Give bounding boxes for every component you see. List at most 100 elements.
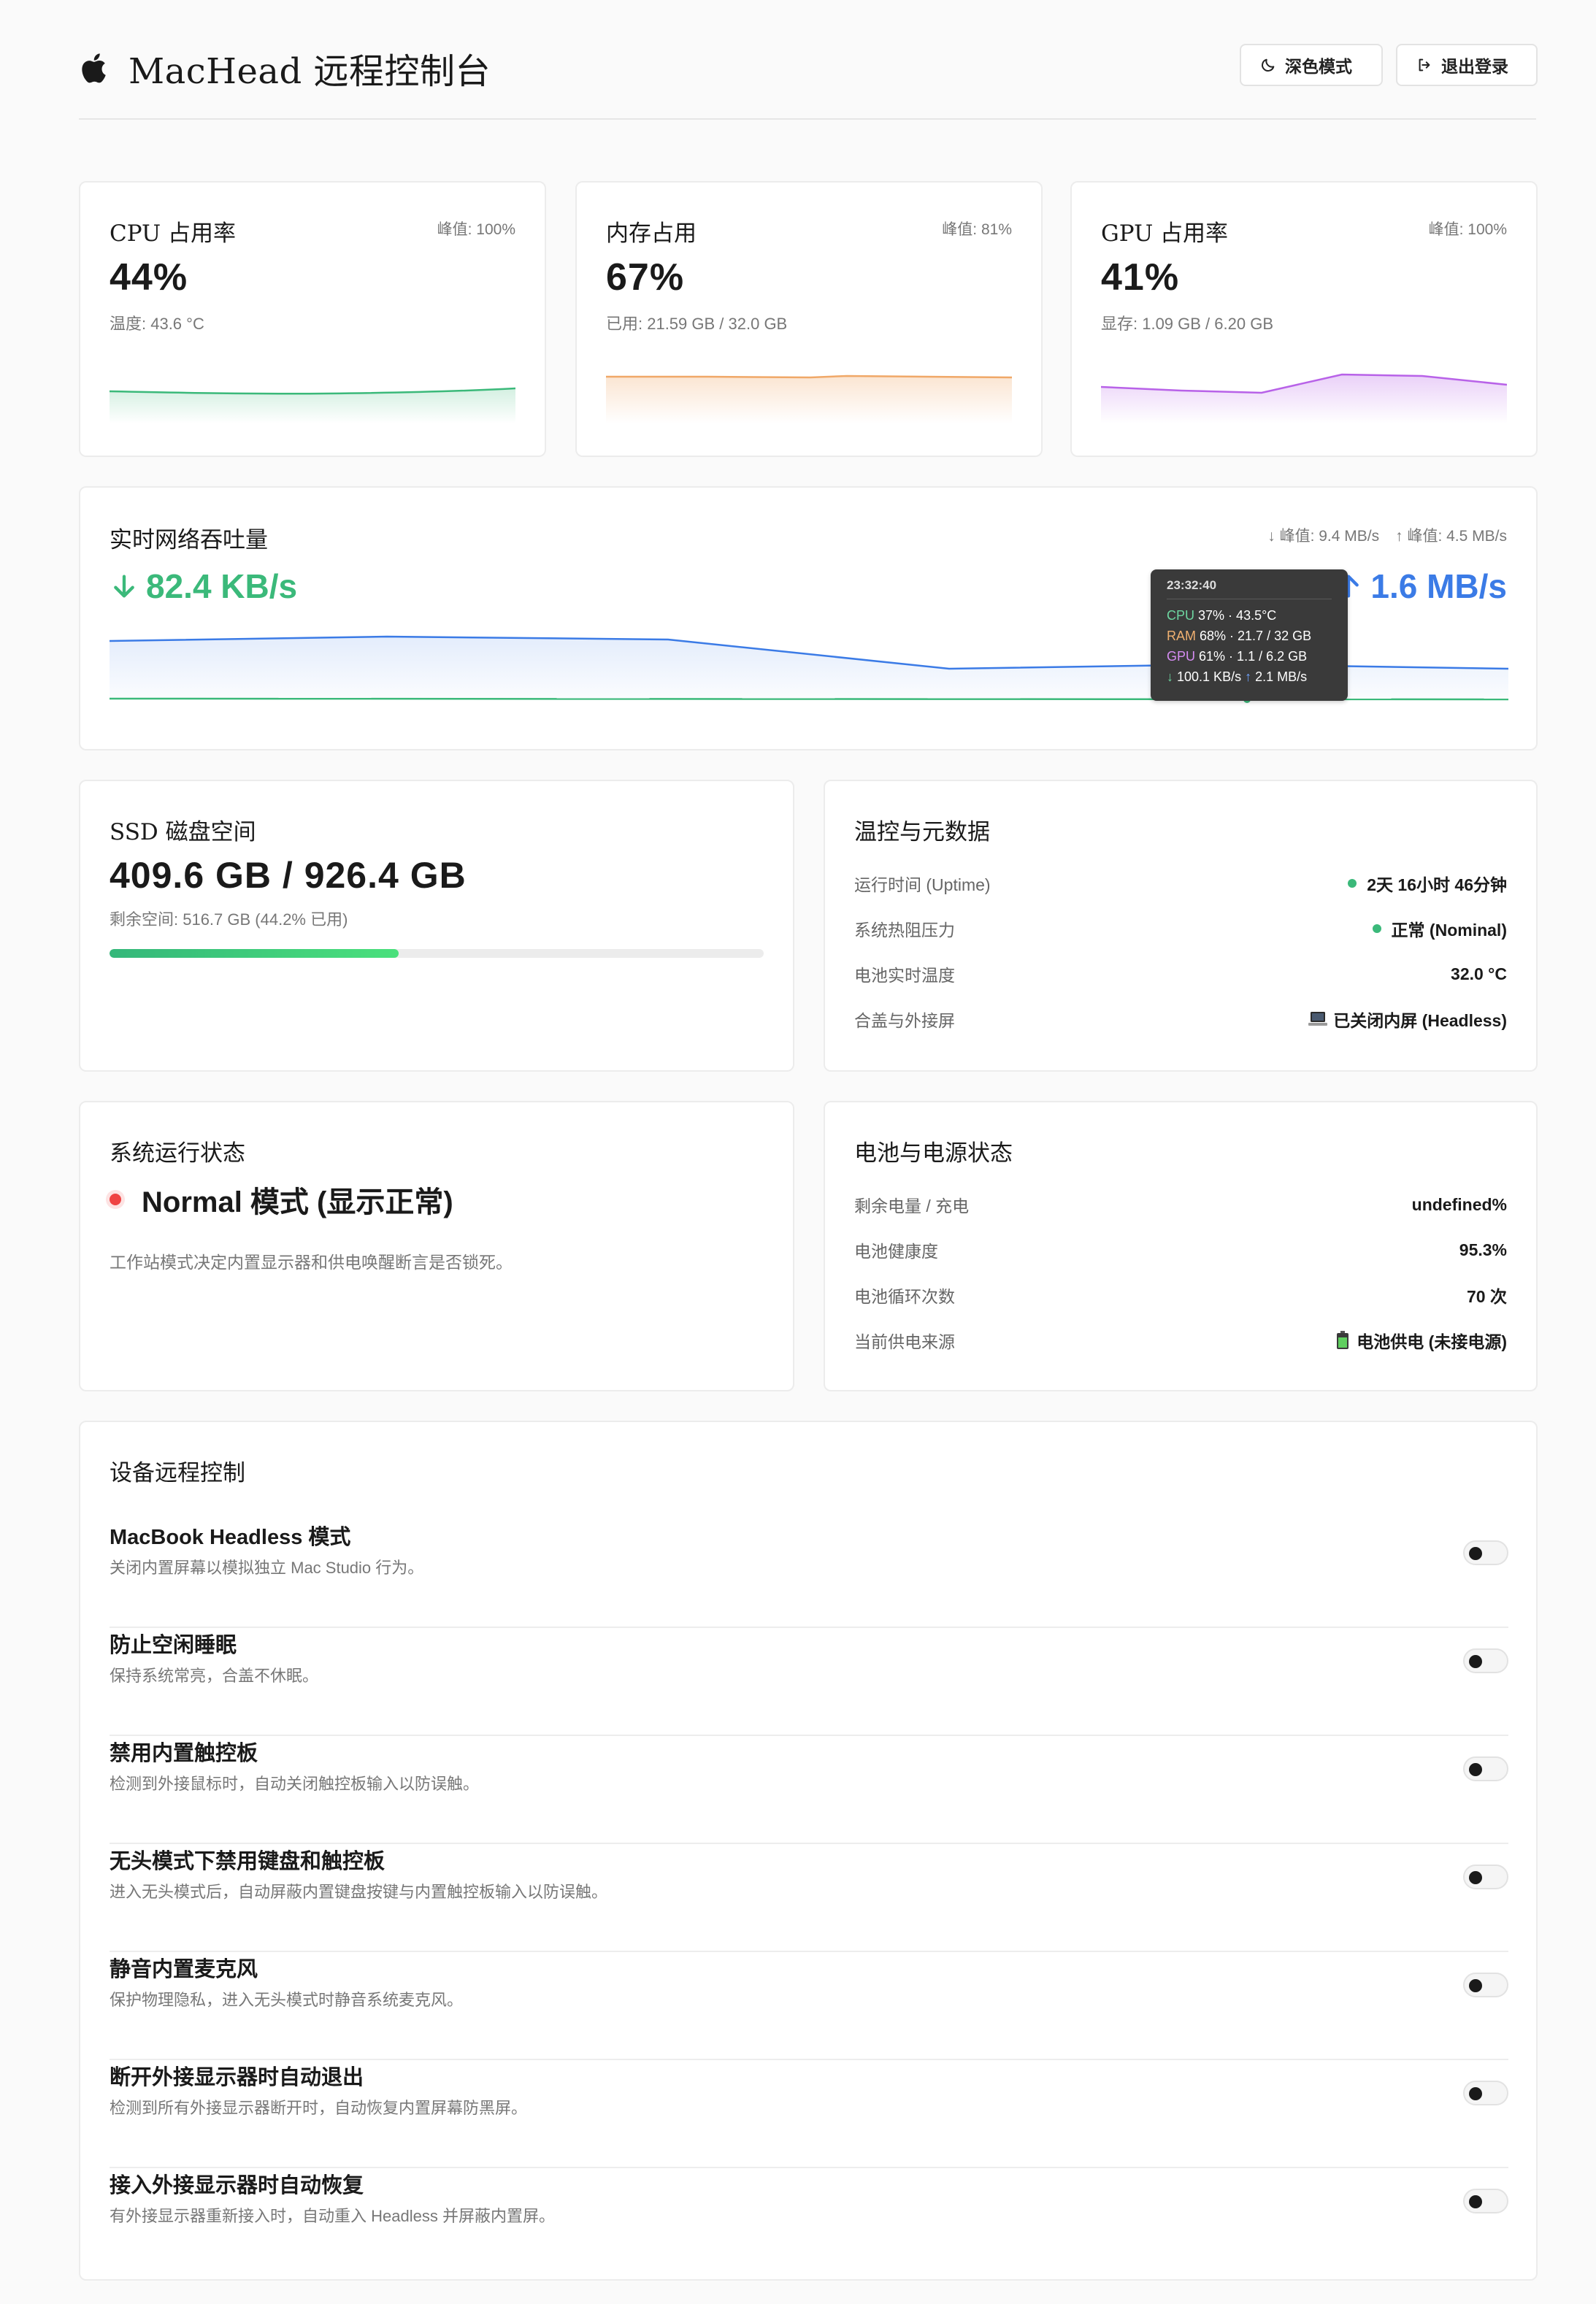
control-title: 禁用内置触控板 — [110, 1742, 258, 1765]
lid-display-row: 合盖与外接屏 已关闭内屏 (Headless) — [854, 1005, 1507, 1034]
control-title: 断开外接显示器时自动退出 — [110, 2066, 364, 2089]
control-row-auto-restore: 接入外接显示器时自动恢复 有外接显示器重新接入时，自动重入 Headless 并… — [110, 2168, 1508, 2276]
battery-temp-row: 电池实时温度 32.0 °C — [854, 959, 1507, 988]
control-description: 保持系统常亮，合盖不休眠。 — [110, 1667, 319, 1685]
battery-health-row: 电池健康度 95.3% — [854, 1235, 1507, 1264]
arrow-down-icon — [114, 575, 134, 598]
cpu-peak: 峰值: 100% — [437, 221, 515, 238]
control-description: 有外接显示器重新接入时，自动重入 Headless 并屏蔽内置屏。 — [110, 2207, 555, 2225]
logout-label: 退出登录 — [1441, 57, 1508, 76]
battery-cycles-value: 70 次 — [1467, 1287, 1507, 1306]
page-title: MacHead 远程控制台 — [128, 51, 491, 92]
tooltip-cpu-row: CPU 37% · 43.5°C — [1167, 605, 1332, 626]
system-status-description: 工作站模式决定内置显示器和供电唤醒断言是否锁死。 — [110, 1253, 513, 1272]
headless-mode-toggle[interactable] — [1463, 1540, 1508, 1565]
dark-mode-button[interactable]: 深色模式 — [1240, 44, 1383, 86]
control-title: 无头模式下禁用键盘和触控板 — [110, 1850, 385, 1873]
disable-trackpad-toggle[interactable] — [1463, 1756, 1508, 1781]
tooltip-ram-key: RAM — [1167, 629, 1196, 643]
download-speed: 82.4 KB/s — [110, 567, 297, 606]
ssd-title: SSD 磁盘空间 — [110, 819, 256, 845]
control-title: MacBook Headless 模式 — [110, 1526, 351, 1549]
toggle-knob — [1469, 1547, 1482, 1560]
thermal-title: 温控与元数据 — [854, 819, 990, 845]
download-speed-value: 82.4 KB/s — [146, 567, 298, 605]
control-row-auto-exit: 断开外接显示器时自动退出 检测到所有外接显示器断开时，自动恢复内置屏幕防黑屏。 — [110, 2060, 1508, 2168]
power-source-value-wrap: 电池供电 (未接电源) — [1336, 1328, 1507, 1353]
tooltip-ram-value: 68% · 21.7 / 32 GB — [1200, 629, 1312, 643]
tooltip-gpu-row: GPU 61% · 1.1 / 6.2 GB — [1167, 646, 1332, 667]
prevent-sleep-toggle[interactable] — [1463, 1648, 1508, 1673]
gpu-sparkline — [1101, 373, 1507, 423]
battery-cycles-row: 电池循环次数 70 次 — [854, 1280, 1507, 1310]
tooltip-ram-row: RAM 68% · 21.7 / 32 GB — [1167, 626, 1332, 646]
header: MacHead 远程控制台 深色模式 退出登录 — [79, 42, 1538, 120]
control-description: 检测到外接鼠标时，自动关闭触控板输入以防误触。 — [110, 1775, 480, 1793]
network-peaks: ↓ 峰值: 9.4 MB/s ↑ 峰值: 4.5 MB/s — [1267, 524, 1507, 546]
cpu-temperature: 温度: 43.6 °C — [110, 315, 204, 333]
control-row-mute-mic: 静音内置麦克风 保护物理隐私，进入无头模式时静音系统麦克风。 — [110, 1952, 1508, 2060]
disable-keyboard-toggle[interactable] — [1463, 1865, 1508, 1889]
ssd-progress-bar — [110, 949, 764, 958]
battery-health-value: 95.3% — [1459, 1240, 1507, 1259]
uptime-label: 运行时间 (Uptime) — [854, 875, 991, 894]
mute-mic-toggle[interactable] — [1463, 1973, 1508, 1997]
status-dot-icon — [1372, 924, 1381, 933]
gpu-value: 41% — [1101, 256, 1180, 299]
brand: MacHead 远程控制台 — [79, 42, 491, 93]
laptop-icon — [1308, 1012, 1328, 1026]
control-description: 保护物理隐私，进入无头模式时静音系统麦克风。 — [110, 1991, 464, 2009]
control-row-prevent-sleep: 防止空闲睡眠 保持系统常亮，合盖不休眠。 — [110, 1628, 1508, 1736]
battery-title: 电池与电源状态 — [854, 1140, 1013, 1167]
dark-mode-label: 深色模式 — [1285, 57, 1352, 76]
network-title: 实时网络吞吐量 — [110, 527, 268, 553]
apple-logo-icon — [79, 52, 107, 84]
toggle-knob — [1469, 2087, 1482, 2100]
control-row-disable-keyboard: 无头模式下禁用键盘和触控板 进入无头模式后，自动屏蔽内置键盘按键与内置触控板输入… — [110, 1844, 1508, 1952]
battery-health-label: 电池健康度 — [854, 1242, 938, 1261]
logout-button[interactable]: 退出登录 — [1396, 44, 1538, 86]
thermal-pressure-row: 系统热阻压力 正常 (Nominal) — [854, 914, 1507, 943]
cpu-sparkline — [110, 387, 515, 423]
tooltip-time: 23:32:40 — [1167, 578, 1332, 599]
memory-title: 内存占用 — [606, 220, 697, 247]
power-source-value: 电池供电 (未接电源) — [1357, 1332, 1507, 1351]
memory-used: 已用: 21.59 GB / 32.0 GB — [606, 315, 788, 333]
control-description: 进入无头模式后，自动屏蔽内置键盘按键与内置触控板输入以防误触。 — [110, 1883, 608, 1901]
system-mode-label: Normal 模式 (显示正常) — [142, 1186, 453, 1218]
thermal-card: 温控与元数据 运行时间 (Uptime) 2天 16小时 46分钟 系统热阻压力… — [824, 780, 1538, 1072]
upload-speed: 1.6 MB/s — [1334, 567, 1507, 606]
battery-icon — [1337, 1331, 1349, 1349]
dashboard-page: MacHead 远程控制台 深色模式 退出登录 CPU 占用率 峰值: 100%… — [0, 0, 1596, 2304]
thermal-pressure-value-wrap: 正常 (Nominal) — [1372, 916, 1507, 941]
upload-peak: ↑ 峰值: 4.5 MB/s — [1395, 528, 1507, 545]
battery-temp-label: 电池实时温度 — [854, 966, 955, 985]
tooltip-net-row: ↓ 100.1 KB/s ↑ 2.1 MB/s — [1167, 667, 1332, 687]
auto-exit-toggle[interactable] — [1463, 2081, 1508, 2105]
status-dot-icon — [110, 1194, 121, 1205]
cpu-title: CPU 占用率 — [110, 220, 237, 247]
remote-control-title: 设备远程控制 — [110, 1460, 245, 1486]
uptime-value-wrap: 2天 16小时 46分钟 — [1348, 871, 1507, 896]
auto-restore-toggle[interactable] — [1463, 2189, 1508, 2213]
battery-level-label: 剩余电量 / 充电 — [854, 1197, 970, 1216]
moon-icon — [1262, 58, 1275, 72]
control-description: 关闭内置屏幕以模拟独立 Mac Studio 行为。 — [110, 1559, 424, 1577]
tooltip-up-value: 2.1 MB/s — [1255, 669, 1308, 684]
cpu-card: CPU 占用率 峰值: 100% 44% 温度: 43.6 °C — [79, 181, 546, 457]
tooltip-gpu-key: GPU — [1167, 649, 1196, 664]
memory-peak: 峰值: 81% — [942, 221, 1012, 238]
control-description: 检测到所有外接显示器断开时，自动恢复内置屏幕防黑屏。 — [110, 2099, 528, 2117]
tooltip-gpu-value: 61% · 1.1 / 6.2 GB — [1199, 649, 1308, 664]
control-row-headless: MacBook Headless 模式 关闭内置屏幕以模拟独立 Mac Stud… — [110, 1520, 1508, 1628]
tooltip-up-arrow-icon: ↑ — [1245, 669, 1252, 684]
thermal-pressure-value: 正常 (Nominal) — [1391, 921, 1507, 940]
control-title: 接入外接显示器时自动恢复 — [110, 2174, 364, 2197]
tooltip-down-value: 100.1 KB/s — [1177, 669, 1242, 684]
network-tooltip: 23:32:40 CPU 37% · 43.5°C RAM 68% · 21.7… — [1151, 569, 1348, 701]
uptime-value: 2天 16小时 46分钟 — [1367, 875, 1507, 894]
ssd-progress-fill — [110, 949, 399, 958]
lid-display-label: 合盖与外接屏 — [854, 1011, 955, 1030]
power-source-label: 当前供电来源 — [854, 1332, 955, 1351]
cpu-value: 44% — [110, 256, 188, 299]
